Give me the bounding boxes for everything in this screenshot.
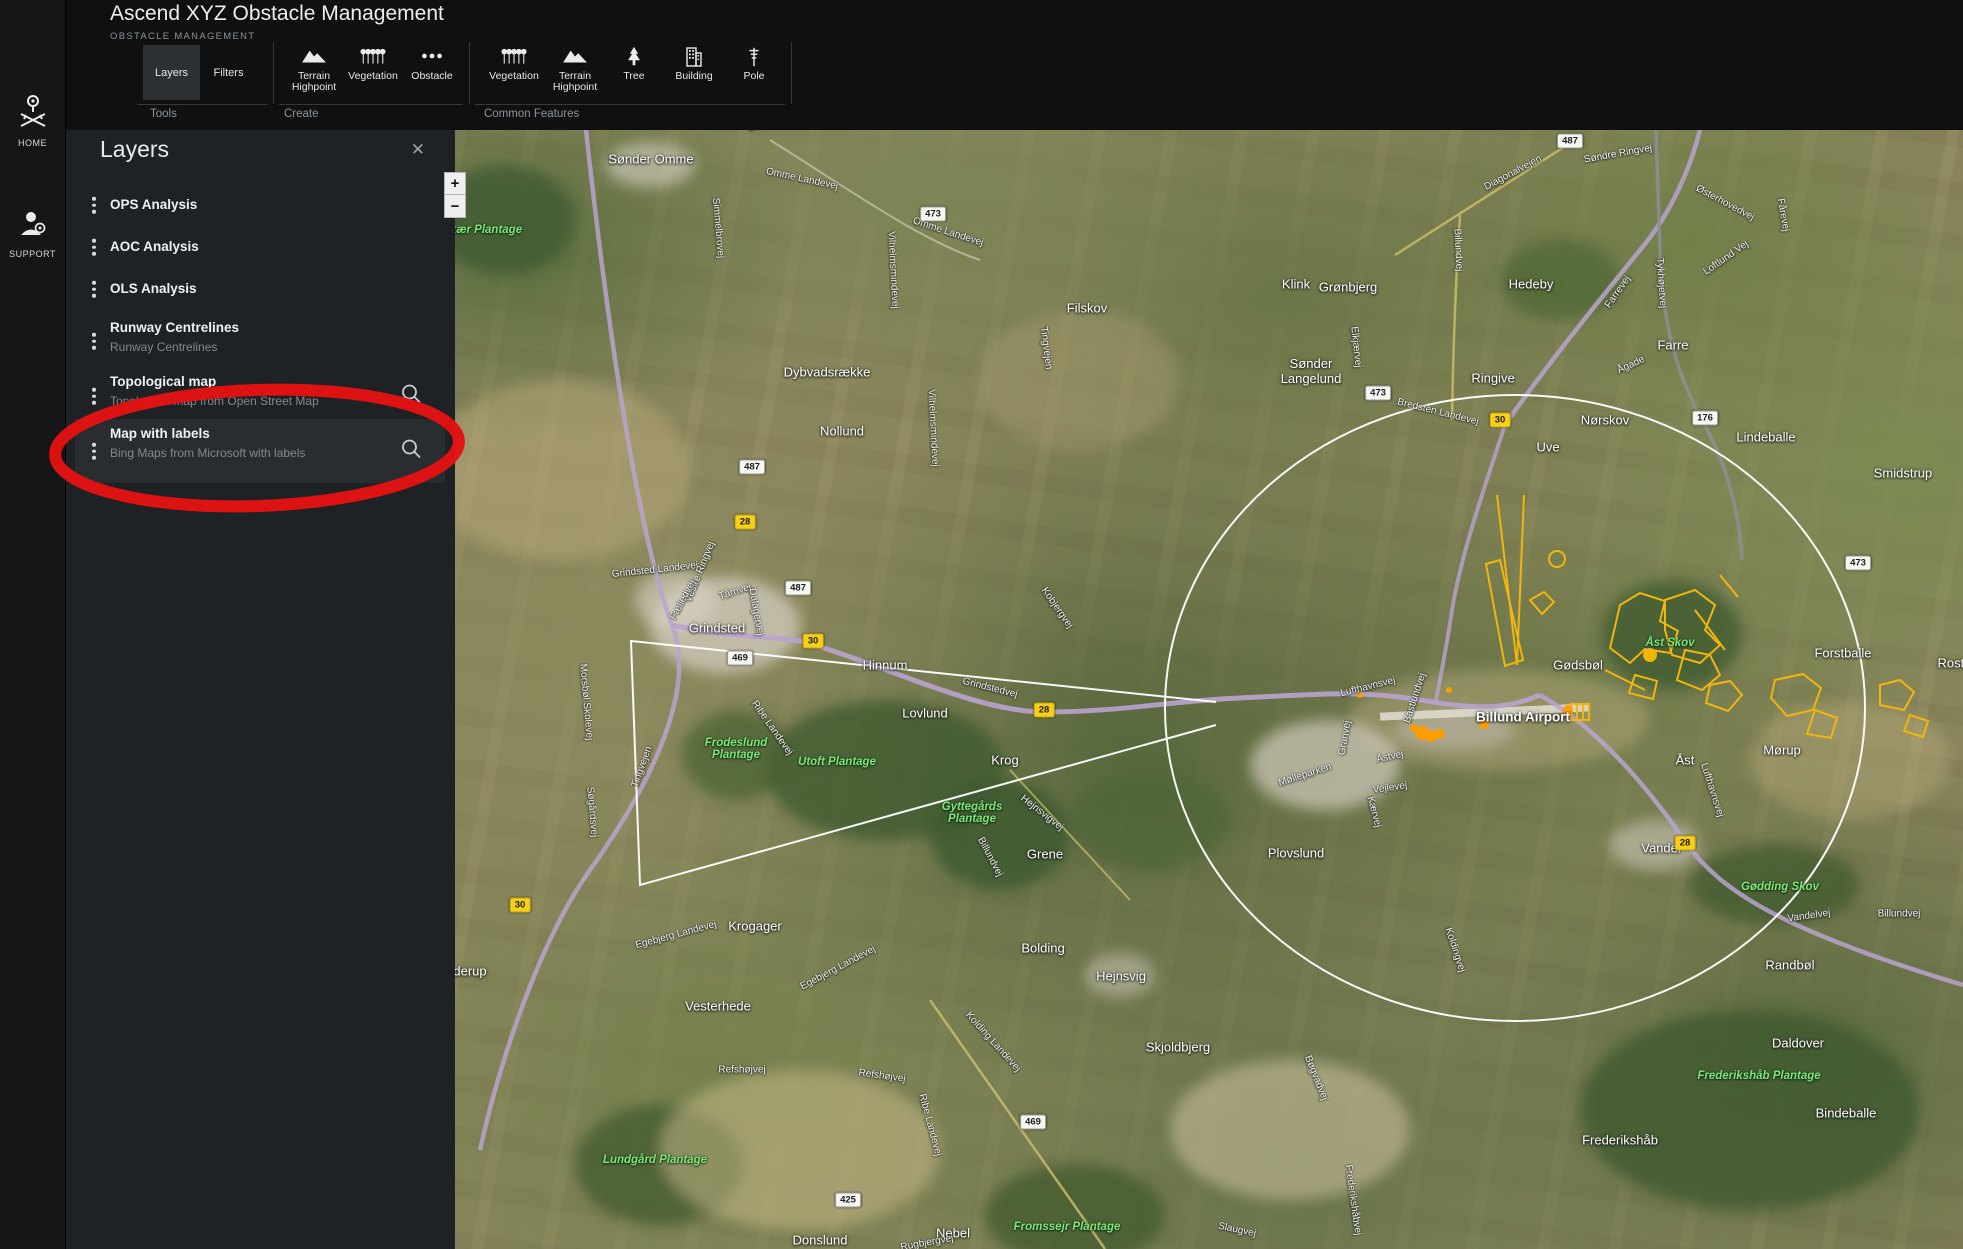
tab-layers[interactable]: Layers	[143, 45, 200, 100]
ribbon-button-obstacle[interactable]: Obstacle	[402, 44, 462, 104]
ribbon-button-label: Vegetation	[348, 70, 398, 82]
layer-item-title: OLS Analysis	[110, 281, 197, 296]
ribbon-button-label: Terrain Highpoint	[552, 70, 598, 93]
ribbon-button-label: Building	[675, 70, 713, 82]
ribbon-button-terrain-highpoint[interactable]: Terrain Highpoint	[545, 44, 605, 104]
layer-item-aoc-analysis[interactable]: AOC Analysis	[75, 229, 445, 265]
support-icon	[16, 212, 50, 244]
terrain-highpoint-icon	[545, 46, 605, 68]
search-icon[interactable]	[399, 382, 423, 411]
layer-item-topological-map[interactable]: Topological map Topological map from Open…	[75, 367, 445, 425]
road-diagonalvejen	[1394, 138, 1576, 257]
road-billundvej-north	[1450, 214, 1462, 421]
ribbon-button-building[interactable]: Building	[664, 44, 724, 104]
ribbon-button-tree[interactable]: Tree	[604, 44, 664, 104]
ols-overlay	[629, 394, 1866, 1022]
tab-label: Layers	[154, 66, 189, 79]
ribbon-group-divider	[273, 42, 274, 104]
ribbon-button-label: Obstacle	[411, 70, 453, 82]
panel-title: Layers	[100, 136, 170, 162]
group-label-common-features: Common Features	[484, 108, 580, 120]
ribbon-button-vegetation[interactable]: Vegetation	[343, 44, 403, 104]
group-label-create: Create	[284, 108, 319, 120]
search-icon[interactable]	[399, 437, 423, 466]
ribbon-button-label: Pole	[743, 70, 765, 82]
terrain-highpoint-icon	[284, 46, 344, 68]
kebab-menu-icon[interactable]	[92, 236, 96, 259]
group-underline	[137, 104, 267, 105]
vegetation-icon	[343, 46, 403, 68]
layer-item-ols-analysis[interactable]: OLS Analysis	[75, 271, 445, 307]
ribbon-group-divider	[469, 42, 470, 104]
layer-item-title: Topological map	[110, 374, 217, 389]
road-route-176	[1654, 130, 1744, 561]
layer-item-title: AOC Analysis	[110, 239, 199, 254]
zoom-out-button[interactable]: −	[444, 195, 466, 218]
ribbon-button-label: Tree	[623, 70, 645, 82]
road-omme-landevej	[769, 139, 981, 261]
obstacle-icon	[402, 46, 462, 68]
left-sidebar: HOME SUPPORT	[0, 0, 66, 1249]
road-route-30-west	[477, 130, 682, 1151]
tab-label: Filters	[213, 66, 244, 79]
group-underline	[475, 104, 785, 105]
page-subtitle: OBSTACLE MANAGEMENT	[110, 31, 256, 42]
tree-icon	[604, 46, 664, 68]
kebab-menu-icon[interactable]	[92, 385, 96, 408]
terrain-patches	[455, 143, 1950, 1249]
layer-item-subtitle: Runway Centrelines	[110, 340, 218, 354]
layer-item-ops-analysis[interactable]: OPS Analysis	[75, 187, 445, 223]
layer-item-title: Map with labels	[110, 426, 210, 441]
building-icon	[664, 46, 724, 68]
layer-item-runway-centrelines[interactable]: Runway Centrelines Runway Centrelines	[75, 313, 445, 369]
kebab-menu-icon[interactable]	[92, 278, 96, 301]
layer-item-title: OPS Analysis	[110, 197, 198, 212]
page-title: Ascend XYZ Obstacle Management	[110, 2, 444, 25]
obstacle-management-window: HOME SUPPORT Ascend XYZ Obstacle Managem…	[0, 0, 1963, 1249]
layer-item-map-with-labels[interactable]: Map with labels Bing Maps from Microsoft …	[75, 419, 445, 483]
zoom-in-button[interactable]: +	[444, 172, 466, 195]
group-underline	[279, 104, 463, 105]
kebab-menu-icon[interactable]	[92, 330, 96, 353]
ribbon-button-terrain-highpoint[interactable]: Terrain Highpoint	[284, 44, 344, 104]
sidebar-item-label: SUPPORT	[9, 249, 56, 259]
ribbon-button-label: Vegetation	[489, 70, 539, 82]
sidebar-item-support[interactable]: SUPPORT	[0, 208, 65, 259]
ribbon-button-label: Terrain Highpoint	[291, 70, 337, 93]
layer-item-subtitle: Topological map from Open Street Map	[110, 394, 319, 408]
map-canvas[interactable]	[455, 130, 1963, 1249]
layer-item-subtitle: Bing Maps from Microsoft with labels	[110, 446, 306, 460]
layer-item-title: Runway Centrelines	[110, 320, 240, 335]
ribbon-group-divider	[791, 42, 792, 104]
kebab-menu-icon[interactable]	[92, 440, 96, 463]
ribbon-button-pole[interactable]: Pole	[724, 44, 784, 104]
close-icon[interactable]: ✕	[411, 140, 425, 160]
home-icon	[16, 95, 50, 133]
kebab-menu-icon[interactable]	[92, 194, 96, 217]
sidebar-item-label: HOME	[18, 138, 47, 148]
road-route-28-main	[671, 622, 1541, 715]
tab-filters[interactable]: Filters	[200, 45, 257, 100]
map-zoom-controls: + −	[444, 172, 466, 218]
ribbon-header: Ascend XYZ Obstacle Management OBSTACLE …	[65, 0, 1963, 130]
vegetation-icon	[484, 46, 544, 68]
ribbon-button-vegetation[interactable]: Vegetation	[484, 44, 544, 104]
pole-icon	[724, 46, 784, 68]
layers-panel: Layers ✕ OPS Analysis AOC Analysis OLS Ana…	[65, 130, 455, 1249]
group-label-tools: Tools	[150, 108, 177, 120]
sidebar-item-home[interactable]: HOME	[0, 93, 65, 148]
